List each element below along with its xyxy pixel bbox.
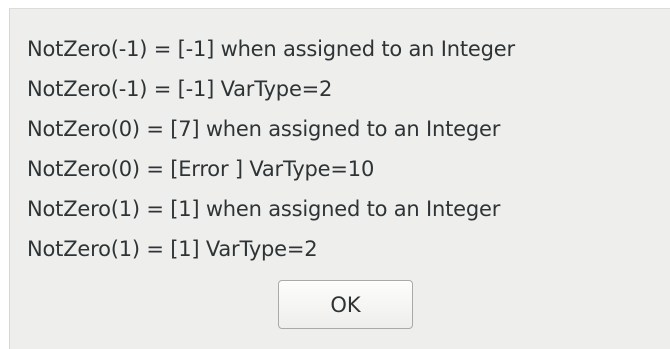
message-line: NotZero(1) = [1] VarType=2 xyxy=(27,237,318,261)
ok-button[interactable]: OK xyxy=(278,280,413,329)
message-line: NotZero(-1) = [-1] when assigned to an I… xyxy=(27,37,515,61)
message-dialog: NotZero(-1) = [-1] when assigned to an I… xyxy=(9,8,670,349)
message-text: NotZero(-1) = [-1] when assigned to an I… xyxy=(27,29,515,269)
message-line: NotZero(0) = [Error ] VarType=10 xyxy=(27,157,375,181)
message-line: NotZero(0) = [7] when assigned to an Int… xyxy=(27,117,501,141)
message-line: NotZero(-1) = [-1] VarType=2 xyxy=(27,77,333,101)
message-line: NotZero(1) = [1] when assigned to an Int… xyxy=(27,197,501,221)
